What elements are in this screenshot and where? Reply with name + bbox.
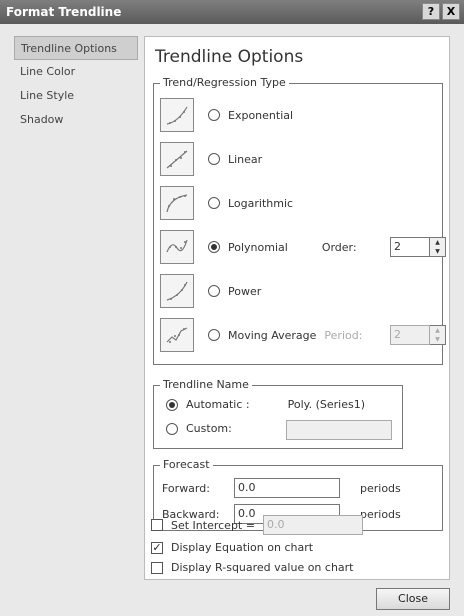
custom-name-option[interactable]: Custom: [166, 422, 232, 435]
period-input[interactable]: 2 [390, 325, 430, 345]
automatic-name-option[interactable]: Automatic : Poly. (Series1) [166, 398, 365, 411]
exponential-trend-icon [160, 98, 194, 132]
order-label: Order: [321, 240, 357, 254]
custom-radio[interactable] [166, 422, 178, 435]
polynomial-trend-icon [160, 230, 194, 264]
options-panel: Trendline Options Trend/Regression Type … [144, 36, 450, 580]
nav-item-trendline-options[interactable]: Trendline Options [14, 36, 138, 60]
trend-type-group: Trend/Regression Type Exponential Linear [153, 76, 446, 365]
close-window-button[interactable]: X [442, 3, 460, 20]
trendline-name-legend: Trendline Name [160, 378, 252, 391]
close-button[interactable]: Close [376, 588, 450, 610]
spin-up-icon[interactable]: ▲ [430, 326, 445, 335]
forward-unit: periods [360, 481, 401, 495]
display-equation-label: Display Equation on chart [171, 541, 314, 554]
display-r-squared-checkbox[interactable] [151, 561, 163, 574]
trend-option-linear[interactable]: Linear [160, 142, 262, 176]
logarithmic-radio[interactable] [208, 197, 220, 209]
backward-unit: periods [360, 507, 401, 521]
automatic-name-value: Poly. (Series1) [287, 398, 365, 411]
display-r-squared-label: Display R-squared value on chart [171, 561, 354, 574]
trend-option-exponential[interactable]: Exponential [160, 98, 293, 132]
period-label: Period: [324, 328, 363, 342]
automatic-radio[interactable] [166, 398, 178, 411]
moving-average-label: Moving Average [228, 328, 317, 342]
display-equation-option[interactable]: ✓ Display Equation on chart [151, 541, 313, 554]
custom-name-input[interactable] [286, 420, 392, 440]
spin-down-icon[interactable]: ▼ [430, 335, 445, 344]
set-intercept-label: Set Intercept = [171, 518, 255, 532]
linear-trend-icon [160, 142, 194, 176]
set-intercept-input[interactable]: 0.0 [262, 515, 363, 535]
polynomial-radio[interactable] [208, 241, 220, 253]
nav-item-line-color[interactable]: Line Color [14, 60, 138, 84]
forecast-legend: Forecast [160, 458, 213, 471]
linear-label: Linear [228, 152, 263, 166]
title-bar: Format Trendline ? X [0, 0, 464, 24]
power-trend-icon [160, 274, 194, 308]
exponential-radio[interactable] [208, 109, 220, 121]
custom-label: Custom: [186, 422, 232, 435]
polynomial-label: Polynomial [228, 240, 288, 254]
automatic-label: Automatic : [186, 398, 250, 411]
forward-row: Forward: 0.0 periods [162, 478, 401, 498]
spin-up-icon[interactable]: ▲ [430, 238, 445, 247]
window-title: Format Trendline [6, 5, 122, 19]
trend-option-power[interactable]: Power [160, 274, 261, 308]
power-radio[interactable] [208, 285, 220, 297]
forward-label: Forward: [162, 481, 210, 495]
spin-down-icon[interactable]: ▼ [430, 247, 445, 256]
period-spinner[interactable]: 2 ▲ ▼ [390, 325, 446, 345]
set-intercept-checkbox[interactable] [151, 519, 163, 531]
logarithmic-trend-icon [160, 186, 194, 220]
help-button[interactable]: ? [422, 3, 440, 20]
display-equation-checkbox[interactable]: ✓ [151, 541, 163, 554]
logarithmic-label: Logarithmic [228, 196, 294, 210]
nav-item-shadow[interactable]: Shadow [14, 108, 138, 132]
order-input[interactable]: 2 [390, 237, 430, 257]
trend-type-legend: Trend/Regression Type [160, 76, 289, 89]
linear-radio[interactable] [208, 153, 220, 165]
category-nav: Trendline Options Line Color Line Style … [14, 36, 138, 132]
display-r-squared-option[interactable]: Display R-squared value on chart [151, 561, 354, 574]
nav-item-line-style[interactable]: Line Style [14, 84, 138, 108]
trend-option-logarithmic[interactable]: Logarithmic [160, 186, 293, 220]
power-label: Power [228, 284, 262, 298]
panel-title: Trendline Options [155, 47, 304, 67]
format-trendline-dialog: Format Trendline ? X Trendline Options L… [0, 0, 464, 616]
set-intercept-option[interactable]: Set Intercept = 0.0 [151, 515, 363, 535]
order-spinner[interactable]: 2 ▲ ▼ [390, 237, 446, 257]
trendline-name-group: Trendline Name Automatic : Poly. (Series… [153, 378, 403, 449]
trend-option-moving-average[interactable]: Moving Average Period: [160, 318, 362, 352]
moving-average-trend-icon [160, 318, 194, 352]
moving-average-radio[interactable] [208, 329, 220, 341]
forward-input[interactable]: 0.0 [234, 478, 340, 498]
exponential-label: Exponential [228, 108, 294, 122]
